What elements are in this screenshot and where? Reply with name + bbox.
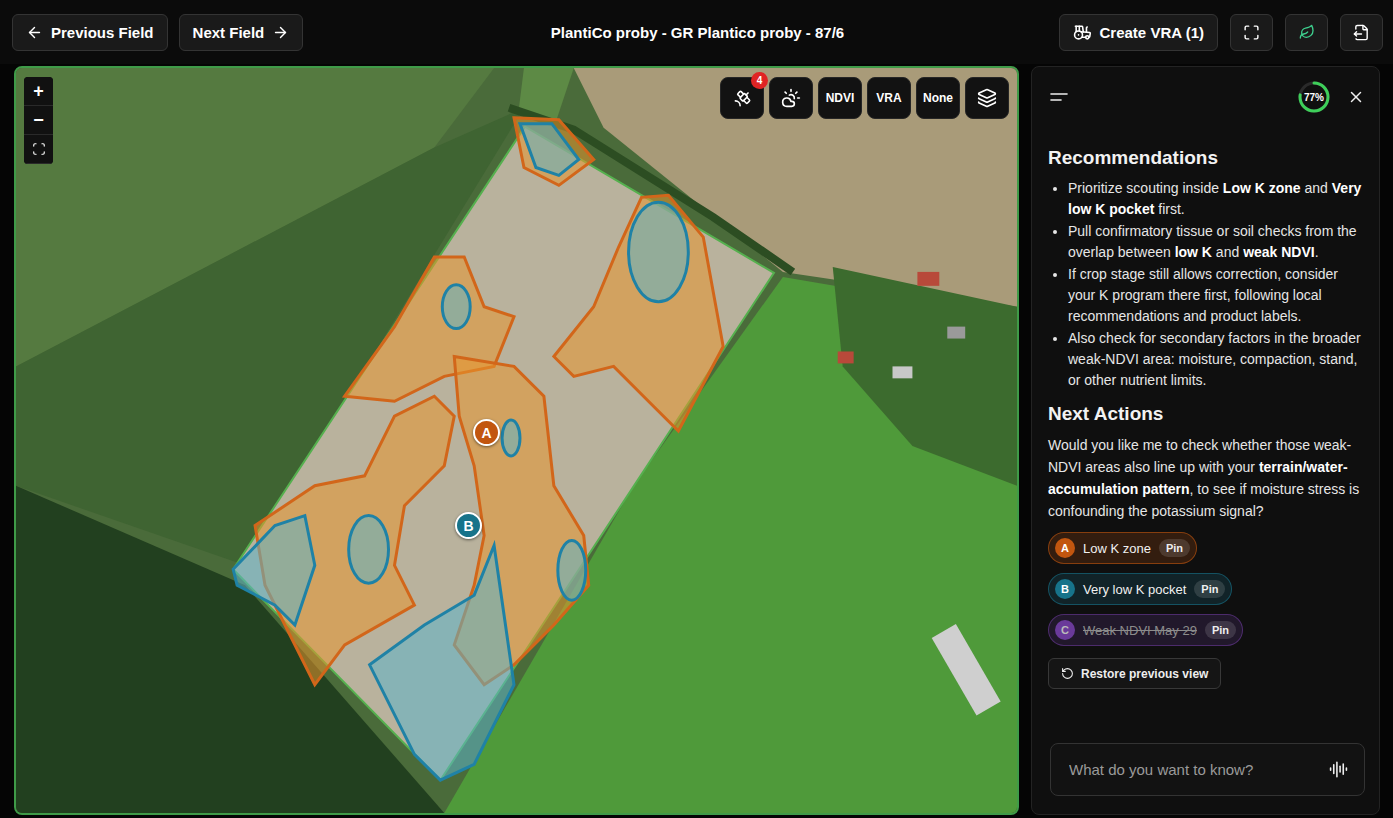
pin-letter: C [1055, 620, 1075, 640]
voice-button[interactable] [1327, 758, 1350, 781]
zoom-in-button[interactable]: + [24, 77, 53, 106]
tractor-icon [1073, 23, 1092, 42]
arrow-left-icon [26, 24, 43, 41]
alerts-badge: 4 [751, 72, 768, 89]
chat-input[interactable] [1067, 760, 1317, 779]
header-right: 77% [1297, 80, 1367, 114]
next-field-button[interactable]: Next Field [179, 14, 304, 51]
pin-letter: A [1055, 538, 1075, 558]
assistant-panel: 77% Recommendations Prioritize scouting in… [1031, 66, 1380, 815]
text: . [1315, 244, 1319, 260]
bold-text: weak NDVI [1243, 244, 1315, 260]
bullet-item: Pull confirmatory tissue or soil checks … [1068, 221, 1365, 263]
text: If crop stage still allows correction, c… [1068, 266, 1338, 324]
chat-content: Recommendations Prioritize scouting insid… [1032, 127, 1379, 729]
create-vra-button[interactable]: Create VRA (1) [1059, 14, 1218, 51]
leaf-button[interactable] [1285, 14, 1328, 51]
map-pin[interactable]: A [473, 419, 500, 446]
bullet-list: Prioritize scouting inside Low K zone an… [1048, 178, 1365, 391]
pin-button[interactable]: Pin [1205, 621, 1236, 639]
text: Prioritize scouting inside [1068, 180, 1223, 196]
progress-ring: 77% [1297, 80, 1331, 114]
section: Recommendations Prioritize scouting insid… [1048, 147, 1365, 391]
scouting-button[interactable]: 4 [720, 77, 764, 119]
pin-list: A Low K zone Pin B Very low K pocket Pin C Weak… [1048, 532, 1365, 646]
map-pin[interactable]: B [455, 512, 482, 539]
export-button[interactable] [1340, 14, 1383, 51]
panel-header: 77% [1032, 67, 1379, 127]
pin-chip[interactable]: B Very low K pocket Pin [1048, 573, 1232, 605]
field-nav: Previous Field Next Field [12, 14, 539, 51]
field-title: PlantiCo proby - GR Plantico proby - 87/… [539, 24, 856, 41]
map-toolbar: 4 NDVIVRANone [720, 77, 1009, 119]
weather-button[interactable] [769, 77, 813, 119]
bold-text: low K [1175, 244, 1212, 260]
map: +− 4 NDVIVRANone A B [14, 66, 1019, 815]
satellite-icon [733, 89, 752, 108]
chat-input-row [1050, 743, 1365, 796]
layers-button[interactable] [965, 77, 1009, 119]
pin-chip[interactable]: C Weak NDVI May 29 Pin [1048, 614, 1243, 646]
text: first. [1154, 201, 1184, 217]
fit-bounds-icon [32, 142, 46, 156]
pin-letter: B [1055, 579, 1075, 599]
pin-label: Very low K pocket [1083, 582, 1186, 597]
pin-label: Weak NDVI May 29 [1083, 623, 1197, 638]
zoom-controls: +− [24, 77, 53, 164]
fullscreen-button[interactable] [1230, 14, 1273, 51]
bold-text: Low K zone [1223, 180, 1301, 196]
text: and [1301, 180, 1332, 196]
text: and [1212, 244, 1243, 260]
app: Previous Field Next Field PlantiCo proby -… [0, 0, 1393, 818]
pin-chip[interactable]: A Low K zone Pin [1048, 532, 1197, 564]
top-actions: Create VRA (1) [856, 14, 1383, 51]
section-heading: Next Actions [1048, 403, 1365, 425]
layers-icon [977, 88, 997, 108]
text: Also check for secondary factors in the … [1068, 330, 1361, 388]
close-button[interactable] [1345, 86, 1367, 108]
progress-reading: 77% [1297, 80, 1331, 114]
top-bar: Previous Field Next Field PlantiCo proby -… [0, 0, 1393, 64]
voice-icon [1329, 760, 1348, 779]
leaf-icon [1299, 24, 1315, 40]
fit-bounds-button[interactable] [24, 135, 53, 164]
fullscreen-icon [1243, 24, 1260, 41]
zoom-out-button[interactable]: − [24, 106, 53, 135]
main: +− 4 NDVIVRANone A B 77% Recommendations Priori… [0, 64, 1393, 818]
restore-icon [1061, 667, 1074, 680]
layer-button[interactable]: NDVI [818, 77, 862, 119]
previous-field-button[interactable]: Previous Field [12, 14, 168, 51]
menu-icon [1050, 91, 1068, 103]
restore-view-button[interactable]: Restore previous view [1048, 658, 1221, 689]
pin-button[interactable]: Pin [1194, 580, 1225, 598]
cloud-sun-icon [781, 88, 801, 108]
file-export-icon [1353, 24, 1370, 41]
pin-button[interactable]: Pin [1159, 539, 1190, 557]
next-actions-text: Would you like me to check whether those… [1048, 434, 1365, 522]
menu-button[interactable] [1048, 89, 1070, 105]
satellite-map[interactable] [16, 68, 1017, 813]
bullet-item: Also check for secondary factors in the … [1068, 328, 1365, 391]
layer-button[interactable]: None [916, 77, 960, 119]
pin-label: Low K zone [1083, 541, 1151, 556]
layer-button[interactable]: VRA [867, 77, 911, 119]
section-heading: Recommendations [1048, 147, 1365, 169]
bullet-item: Prioritize scouting inside Low K zone an… [1068, 178, 1365, 220]
arrow-right-icon [272, 24, 289, 41]
bullet-item: If crop stage still allows correction, c… [1068, 264, 1365, 327]
close-icon [1347, 88, 1365, 106]
